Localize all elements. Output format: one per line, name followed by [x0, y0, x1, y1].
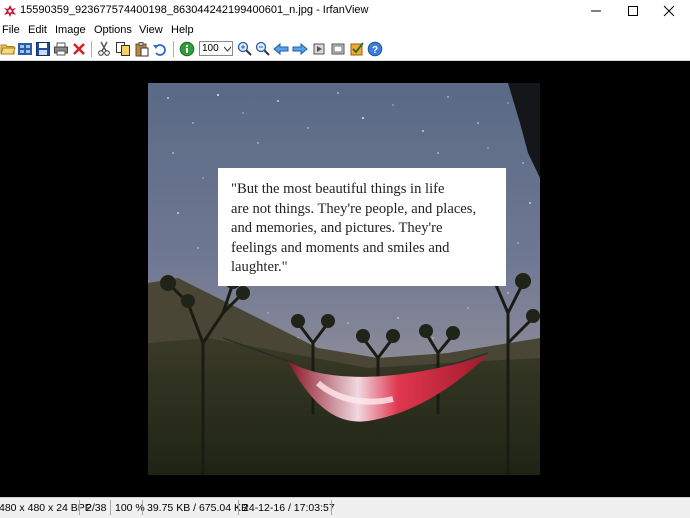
close-button[interactable]: [650, 0, 688, 22]
status-separator: [79, 500, 80, 515]
previous-icon[interactable]: [273, 41, 289, 57]
delete-icon[interactable]: [71, 41, 87, 57]
quote-line: are not things. They're people, and plac…: [231, 200, 477, 217]
print-icon[interactable]: [53, 41, 69, 57]
menu-bar: File Edit Image Options View Help: [0, 22, 690, 39]
status-separator: [110, 500, 111, 515]
toolbar-separator: [173, 41, 174, 57]
minimize-icon: [591, 10, 601, 12]
menu-options[interactable]: Options: [94, 24, 132, 36]
maximize-icon: [628, 6, 638, 16]
next-icon[interactable]: [292, 41, 308, 57]
zoom-select[interactable]: 100: [199, 41, 233, 56]
toolbar-separator: [91, 41, 92, 57]
menu-help[interactable]: Help: [171, 24, 194, 36]
zoom-in-icon[interactable]: [237, 41, 253, 57]
menu-edit[interactable]: Edit: [28, 24, 47, 36]
menu-image[interactable]: Image: [55, 24, 86, 36]
undo-icon[interactable]: [152, 41, 168, 57]
window-title: 15590359_923677574400198_863044242199400…: [20, 4, 369, 16]
quote-line: "But the most beautiful things in life: [231, 181, 445, 197]
status-zoom: 100 %: [115, 502, 145, 514]
status-separator: [142, 500, 143, 515]
quote-line: feelings and moments and smiles and: [231, 239, 450, 256]
title-bar: 15590359_923677574400198_863044242199400…: [0, 0, 690, 22]
maximize-button[interactable]: [614, 0, 652, 22]
menu-view[interactable]: View: [139, 24, 163, 36]
cut-icon[interactable]: [96, 41, 112, 57]
info-icon[interactable]: [179, 41, 195, 57]
minimize-button[interactable]: [577, 0, 615, 22]
quote-text-box: "But the most beautiful things in life a…: [218, 168, 506, 286]
menu-file[interactable]: File: [2, 24, 20, 36]
status-bar: 480 x 480 x 24 BPP 2/38 100 % 39.75 KB /…: [0, 497, 690, 518]
settings-icon[interactable]: [349, 41, 365, 57]
thumbnails-icon[interactable]: [17, 41, 33, 57]
chevron-down-icon: [224, 46, 231, 52]
copy-icon[interactable]: [115, 41, 131, 57]
status-filesize: 39.75 KB / 675.04 KB: [147, 502, 248, 514]
status-separator: [238, 500, 239, 515]
zoom-value: 100: [202, 43, 219, 54]
fullscreen-icon[interactable]: [330, 41, 346, 57]
status-datetime: 24-12-16 / 17:03:57: [243, 502, 335, 514]
quote-line: and memories, and pictures. They're: [231, 220, 443, 236]
zoom-out-icon[interactable]: [255, 41, 271, 57]
save-icon[interactable]: [35, 41, 51, 57]
close-icon: [663, 5, 675, 17]
slideshow-icon[interactable]: [311, 41, 327, 57]
quote-line: laughter.": [231, 259, 288, 275]
displayed-photo: "But the most beautiful things in life a…: [148, 83, 540, 475]
irfanview-logo-icon: [3, 4, 17, 18]
status-index: 2/38: [86, 502, 107, 514]
help-icon[interactable]: ?: [367, 41, 383, 57]
status-separator: [331, 500, 332, 515]
toolbar: 100 ?: [0, 39, 690, 61]
paste-icon[interactable]: [134, 41, 150, 57]
open-folder-icon[interactable]: [0, 41, 16, 57]
image-viewer[interactable]: "But the most beautiful things in life a…: [0, 61, 690, 497]
svg-text:?: ?: [372, 45, 378, 56]
